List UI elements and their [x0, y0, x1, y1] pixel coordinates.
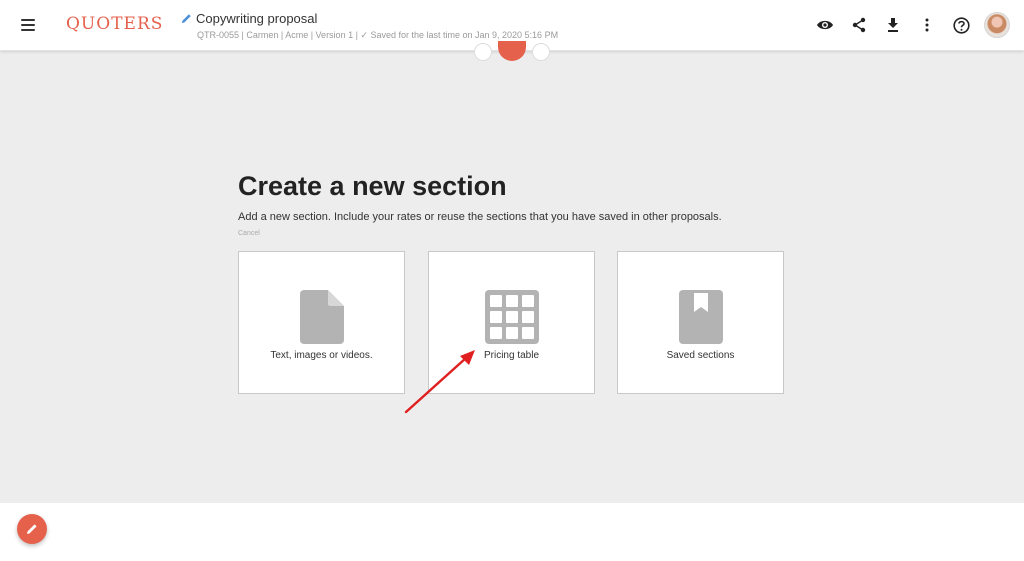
more-vertical-icon[interactable] — [914, 12, 940, 38]
option-card-saved-sections[interactable]: Saved sections — [617, 251, 784, 394]
grid-table-icon — [484, 290, 539, 344]
option-label-saved: Saved sections — [666, 350, 735, 361]
app-logo[interactable]: QUOTERS — [66, 14, 163, 34]
pencil-icon — [27, 524, 37, 534]
page-subtitle: Add a new section. Include your rates or… — [238, 211, 722, 223]
cancel-link[interactable]: Cancel — [238, 230, 260, 237]
edit-pencil-icon[interactable] — [181, 13, 192, 24]
bookmark-book-icon — [678, 290, 723, 344]
annotation-arrow-icon — [404, 350, 475, 414]
option-card-text[interactable]: Text, images or videos. — [238, 251, 405, 394]
option-label-text: Text, images or videos. — [270, 350, 373, 361]
move-down-button[interactable] — [532, 43, 550, 61]
document-meta: QTR-0055 | Carmen | Acme | Version 1 | ✓… — [197, 30, 559, 40]
bottom-area — [0, 503, 1024, 561]
help-icon[interactable] — [948, 12, 974, 38]
download-icon[interactable] — [880, 12, 906, 38]
user-avatar[interactable] — [984, 12, 1010, 38]
share-icon[interactable] — [846, 12, 872, 38]
preview-eye-icon[interactable] — [812, 12, 838, 38]
document-icon — [299, 290, 344, 344]
hamburger-menu-icon[interactable] — [18, 15, 40, 35]
toolbar-icons — [804, 12, 1010, 38]
edit-fab-button[interactable] — [17, 514, 47, 544]
document-title[interactable]: Copywriting proposal — [196, 11, 317, 26]
page-title: Create a new section — [238, 171, 507, 201]
move-up-button[interactable] — [474, 43, 492, 61]
